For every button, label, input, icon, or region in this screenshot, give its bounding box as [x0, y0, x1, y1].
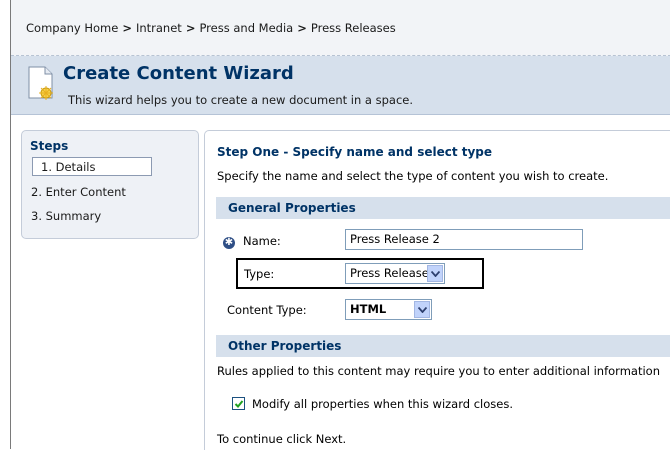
type-select[interactable]: Press Release [345, 263, 445, 284]
wizard-header: Create Content Wizard This wizard helps … [11, 56, 670, 115]
type-select-value: Press Release [350, 266, 429, 280]
name-label: Name: [243, 234, 281, 248]
rules-text: Rules applied to this content may requir… [217, 364, 660, 378]
wizard-description: This wizard helps you to create a new do… [68, 93, 414, 107]
modify-properties-checkbox[interactable] [232, 397, 245, 410]
breadcrumb-separator: > [297, 21, 307, 35]
step-description: Specify the name and select the type of … [217, 169, 609, 183]
breadcrumb-bar: Company Home > Intranet > Press and Media > Pr… [11, 0, 670, 56]
step-enter-content[interactable]: 2. Enter Content [31, 185, 126, 199]
breadcrumb: Company Home > Intranet > Press and Media > Pr… [26, 21, 396, 35]
steps-panel: Steps 1. Details 2. Enter Content 3. Sum… [21, 130, 199, 239]
required-icon: ✱ [223, 237, 235, 249]
other-properties-header: Other Properties [216, 335, 670, 357]
general-properties-header: General Properties [216, 197, 670, 219]
modify-properties-label[interactable]: Modify all properties when this wizard c… [252, 397, 513, 411]
breadcrumb-company-home[interactable]: Company Home [26, 21, 118, 35]
breadcrumb-separator: > [185, 21, 196, 35]
steps-title: Steps [30, 139, 69, 153]
chevron-down-icon[interactable] [427, 265, 443, 282]
content-type-select[interactable]: HTML [345, 299, 432, 320]
continue-instruction: To continue click Next. [217, 432, 347, 446]
wizard-title: Create Content Wizard [63, 63, 294, 84]
step-content-panel: Step One - Specify name and select type … [204, 130, 670, 450]
wizard-frame: Company Home > Intranet > Press and Media > Pr… [10, 0, 670, 450]
content-type-label: Content Type: [227, 303, 307, 317]
step-heading: Step One - Specify name and select type [217, 145, 493, 159]
step-details[interactable]: 1. Details [32, 157, 152, 176]
breadcrumb-press-releases[interactable]: Press Releases [311, 21, 396, 35]
chevron-down-icon[interactable] [414, 301, 430, 318]
step-summary[interactable]: 3. Summary [31, 209, 101, 223]
checkmark-icon [234, 400, 244, 408]
content-type-select-value: HTML [350, 302, 387, 316]
breadcrumb-separator: > [122, 21, 132, 35]
breadcrumb-press-and-media[interactable]: Press and Media [199, 21, 293, 35]
new-document-icon [28, 66, 53, 100]
name-input[interactable]: Press Release 2 [345, 229, 583, 250]
type-label: Type: [244, 267, 275, 281]
breadcrumb-intranet[interactable]: Intranet [136, 21, 182, 35]
